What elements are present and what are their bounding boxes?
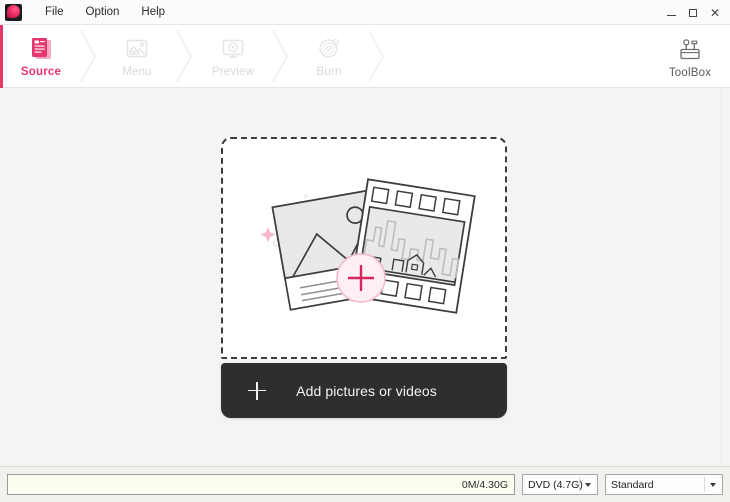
quality-select[interactable]: Standard	[605, 474, 723, 495]
chevron-down-icon	[585, 482, 591, 487]
ribbon-toolbar: Source Menu Preview Burn ToolBox	[0, 25, 730, 88]
menu-bar: File Option Help	[34, 2, 176, 22]
minimize-button[interactable]	[660, 3, 682, 23]
application-window: File Option Help ✕ Source Menu Preview B…	[0, 0, 730, 502]
add-pictures-or-videos-button[interactable]: Add pictures or videos	[221, 363, 507, 418]
quality-divider	[704, 477, 705, 492]
tab-burn-label: Burn	[316, 66, 342, 78]
picture-frame-icon	[122, 36, 152, 62]
add-media-panel: Add pictures or videos	[221, 137, 507, 418]
chevron-down-icon	[710, 482, 716, 487]
tab-separator-1	[79, 25, 99, 87]
toolbox-icon	[675, 37, 705, 63]
tab-menu[interactable]: Menu	[99, 25, 175, 87]
disc-capacity-label: 0M/4.30G	[461, 478, 508, 491]
toolbox-label: ToolBox	[668, 66, 712, 79]
window-controls: ✕	[660, 0, 726, 25]
tab-preview[interactable]: Preview	[195, 25, 271, 87]
tab-separator-3	[271, 25, 291, 87]
main-workspace: Add pictures or videos	[0, 88, 730, 466]
dvd-creator-logo-icon	[5, 3, 22, 21]
quality-value: Standard	[611, 478, 654, 491]
plus-icon	[248, 381, 266, 400]
disc-type-select[interactable]: DVD (4.7G)	[522, 474, 598, 495]
disc-type-divider	[579, 477, 580, 492]
tab-separator-4	[367, 25, 387, 87]
title-bar: File Option Help ✕	[0, 0, 730, 25]
maximize-icon	[689, 8, 697, 17]
tab-separator-2	[175, 25, 195, 87]
document-pages-icon	[26, 36, 56, 62]
tab-preview-label: Preview	[211, 66, 255, 78]
workspace-right-divider	[721, 88, 722, 466]
media-dropzone[interactable]	[221, 137, 507, 359]
tab-burn[interactable]: Burn	[291, 25, 367, 87]
maximize-button[interactable]	[682, 3, 704, 23]
photo-and-filmstrip-illustration	[244, 163, 484, 333]
plus-circle-icon	[336, 253, 386, 303]
tab-menu-label: Menu	[122, 66, 152, 78]
status-bar: 0M/4.30G DVD (4.7G) Standard	[0, 466, 730, 502]
tab-source-label: Source	[20, 66, 62, 78]
menu-item-option[interactable]: Option	[75, 2, 131, 22]
add-button-label: Add pictures or videos	[296, 382, 437, 399]
disc-capacity-bar: 0M/4.30G	[7, 474, 515, 495]
menu-item-file[interactable]: File	[34, 2, 75, 22]
monitor-play-icon	[218, 36, 248, 62]
close-button[interactable]: ✕	[704, 3, 726, 23]
disc-burn-icon	[314, 36, 344, 62]
workflow-tabs: Source Menu Preview Burn	[0, 25, 387, 87]
tab-source[interactable]: Source	[3, 25, 79, 87]
disc-type-value: DVD (4.7G)	[528, 478, 583, 491]
menu-item-help[interactable]: Help	[130, 2, 176, 22]
minimize-icon	[666, 14, 676, 16]
toolbox-button[interactable]: ToolBox	[658, 25, 722, 88]
